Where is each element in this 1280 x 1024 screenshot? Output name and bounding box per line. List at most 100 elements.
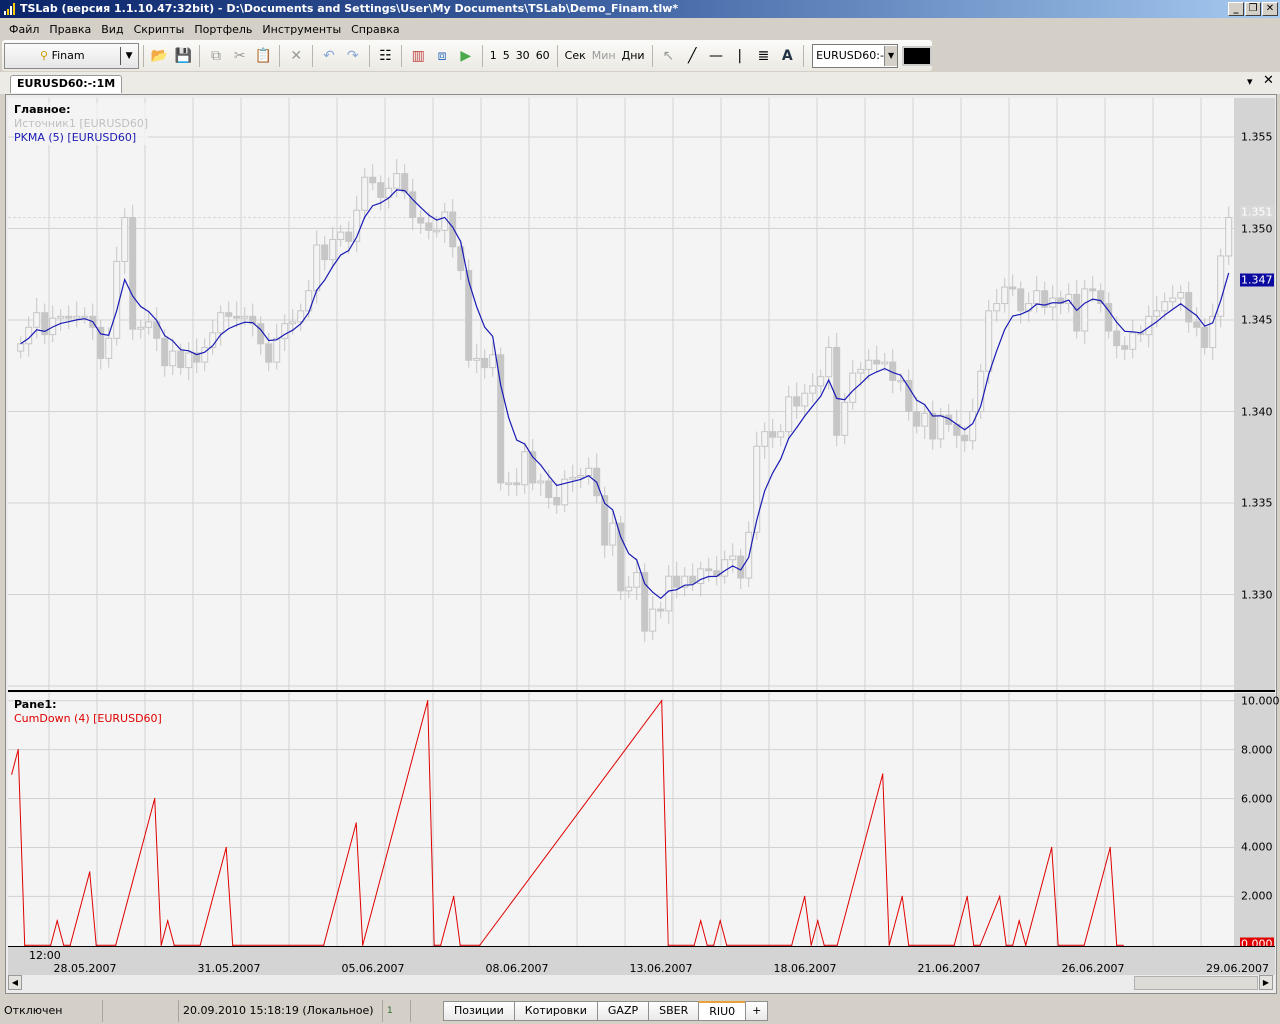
candle-body bbox=[433, 229, 441, 233]
menu-view[interactable]: Вид bbox=[96, 23, 128, 36]
tab-eurusd60[interactable]: EURUSD60:-:1M bbox=[10, 75, 123, 93]
fibonacci-icon[interactable]: ≣ bbox=[753, 45, 775, 67]
open-folder-icon[interactable]: 📂 bbox=[149, 45, 171, 67]
properties-icon[interactable]: ☷ bbox=[375, 45, 397, 67]
candle-body bbox=[1073, 293, 1081, 332]
candle-body bbox=[1017, 288, 1025, 312]
chart-tab-strip: ▾ ✕ bbox=[0, 72, 1280, 94]
add-tab-button[interactable]: + bbox=[745, 1000, 769, 1021]
candle-body bbox=[97, 326, 105, 359]
candle-body bbox=[65, 315, 73, 319]
horizontal-scrollbar[interactable]: ◀ ▶ bbox=[8, 975, 1274, 991]
menu-help[interactable]: Справка bbox=[346, 23, 404, 36]
time-label: 12:00 bbox=[29, 949, 61, 962]
chevron-down-icon[interactable]: ▼ bbox=[883, 45, 898, 66]
chart-bars-icon[interactable]: ▥ bbox=[407, 45, 429, 67]
candle-body bbox=[553, 497, 561, 506]
price-axis[interactable]: 1.355 1.350 1.345 1.340 1.335 1.330 1.351 1.347 bbox=[1234, 98, 1275, 691]
pane-divider[interactable] bbox=[8, 690, 1275, 692]
candle-body bbox=[137, 326, 145, 330]
candle-body bbox=[673, 575, 681, 588]
tab-sber[interactable]: SBER bbox=[648, 1000, 700, 1021]
pkma-legend[interactable]: PKMA (5) [EURUSD60] bbox=[14, 131, 148, 145]
scroll-left-icon[interactable]: ◀ bbox=[8, 975, 22, 990]
candle-body bbox=[857, 368, 865, 374]
cumdown-line bbox=[11, 699, 1124, 946]
interval-1[interactable]: 1 bbox=[487, 49, 500, 62]
restore-button[interactable]: ❐ bbox=[1245, 2, 1261, 16]
candle-body bbox=[881, 361, 889, 365]
menu-portfolio[interactable]: Портфель bbox=[189, 23, 257, 36]
menu-edit[interactable]: Правка bbox=[44, 23, 96, 36]
tab-list-icon[interactable]: ▾ bbox=[1247, 75, 1253, 88]
chevron-down-icon[interactable]: ▼ bbox=[119, 46, 138, 65]
text-tool-icon[interactable]: A bbox=[776, 45, 798, 67]
page-icon[interactable]: 1 bbox=[383, 999, 411, 1022]
vertical-line-icon[interactable]: | bbox=[729, 45, 751, 67]
cumdown-point bbox=[56, 920, 58, 922]
candle-body bbox=[473, 357, 481, 361]
unit-seconds[interactable]: Сек bbox=[562, 49, 589, 62]
redo-icon[interactable]: ↷ bbox=[342, 45, 364, 67]
symbol-combo[interactable]: EURUSD60:- ▼ bbox=[812, 43, 899, 68]
candle-body bbox=[273, 337, 281, 363]
tab-gazp[interactable]: GAZP bbox=[596, 1000, 650, 1021]
diagram-icon[interactable]: ⧈ bbox=[431, 45, 453, 67]
candle-body bbox=[73, 315, 81, 319]
scroll-right-icon[interactable]: ▶ bbox=[1259, 975, 1273, 990]
connection-status: Отключен bbox=[0, 999, 103, 1022]
last-price-badge: 1.351 bbox=[1240, 205, 1274, 219]
candle-body bbox=[481, 357, 489, 369]
candle-body bbox=[129, 217, 137, 330]
unit-minutes[interactable]: Мин bbox=[589, 49, 619, 62]
menu-scripts[interactable]: Скрипты bbox=[129, 23, 190, 36]
lower-pane-legend: Pane1: CumDown (4) [EURUSD60] bbox=[14, 698, 162, 726]
interval-60[interactable]: 60 bbox=[533, 49, 553, 62]
candle-body bbox=[1153, 310, 1161, 317]
unit-days[interactable]: Дни bbox=[619, 49, 648, 62]
tab-riu0[interactable]: RIU0 bbox=[698, 1000, 747, 1021]
lower-pane[interactable]: Pane1: CumDown (4) [EURUSD60] bbox=[8, 693, 1234, 946]
candle-body bbox=[1209, 315, 1217, 348]
candle-body bbox=[241, 315, 249, 319]
trend-line-icon[interactable]: ╱ bbox=[681, 45, 703, 67]
undo-icon[interactable]: ↶ bbox=[318, 45, 340, 67]
copy-icon[interactable]: ⧉ bbox=[205, 45, 227, 67]
cumdown-axis[interactable]: 10.000 8.000 6.000 4.000 2.000 0.000 bbox=[1234, 693, 1280, 951]
minimize-button[interactable]: _ bbox=[1228, 2, 1244, 16]
candle-body bbox=[313, 244, 321, 292]
menu-file[interactable]: Файл bbox=[4, 23, 44, 36]
time-axis[interactable]: 12:00 28.05.2007 31.05.2007 05.06.2007 0… bbox=[8, 947, 1275, 975]
menu-tools[interactable]: Инструменты bbox=[257, 23, 346, 36]
play-icon[interactable]: ▶ bbox=[455, 45, 477, 67]
main-pane[interactable]: Главное: Источник1 [EURUSD60] PKMA (5) [… bbox=[8, 98, 1234, 690]
cumdown-point bbox=[1051, 846, 1053, 849]
candle-body bbox=[361, 176, 369, 211]
cumdown-point bbox=[355, 822, 357, 824]
save-icon[interactable]: 💾 bbox=[172, 45, 194, 67]
cumdown-point bbox=[154, 797, 156, 800]
horizontal-line-icon[interactable]: — bbox=[705, 45, 727, 67]
interval-30[interactable]: 30 bbox=[513, 49, 533, 62]
date-label: 05.06.2007 bbox=[341, 962, 405, 975]
close-tab-icon[interactable]: ✕ bbox=[1263, 73, 1274, 88]
cursor-icon[interactable]: ↖ bbox=[658, 45, 680, 67]
source-legend[interactable]: Источник1 [EURUSD60] bbox=[14, 117, 148, 131]
interval-5[interactable]: 5 bbox=[500, 49, 513, 62]
cumdown-point bbox=[882, 773, 884, 775]
close-button[interactable]: ✕ bbox=[1262, 2, 1278, 16]
cumdown-tick-label: 10.000 bbox=[1241, 694, 1280, 708]
provider-dropdown[interactable]: ⚲ Finam ▼ bbox=[4, 42, 139, 69]
candle-body bbox=[265, 343, 273, 363]
date-label: 28.05.2007 bbox=[53, 962, 117, 975]
tab-quotes[interactable]: Котировки bbox=[513, 1000, 598, 1021]
cumdown-legend[interactable]: CumDown (4) [EURUSD60] bbox=[14, 712, 162, 726]
cut-icon[interactable]: ✂ bbox=[229, 45, 251, 67]
scrollbar-thumb[interactable] bbox=[1134, 976, 1258, 990]
paste-icon[interactable]: 📋 bbox=[253, 45, 275, 67]
candle-body bbox=[809, 385, 817, 394]
delete-icon[interactable]: ✕ bbox=[285, 45, 307, 67]
tab-positions[interactable]: Позиции bbox=[443, 1000, 515, 1021]
color-picker[interactable] bbox=[902, 45, 932, 66]
candle-body bbox=[777, 431, 785, 438]
